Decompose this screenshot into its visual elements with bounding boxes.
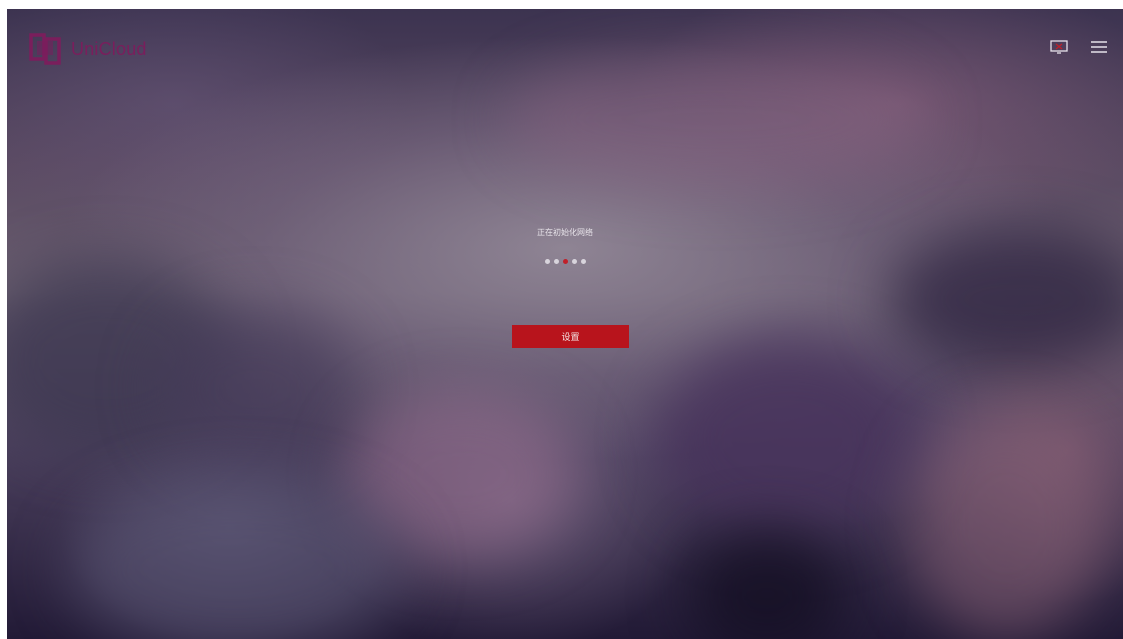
unicloud-logo: UniCloud: [29, 33, 147, 65]
background-blob: [157, 309, 357, 469]
background-blob: [507, 49, 927, 189]
background-blob: [657, 339, 917, 539]
background-blob: [907, 409, 1107, 639]
settings-button[interactable]: 设置: [512, 325, 629, 348]
background-blob: [687, 529, 847, 639]
display-button[interactable]: [1049, 39, 1069, 55]
top-right-toolbar: [1049, 39, 1109, 55]
logo-text: UniCloud: [71, 38, 147, 59]
unicloud-logo-icon: [29, 33, 61, 65]
progress-dot: [544, 259, 550, 264]
progress-dot-active: [562, 259, 568, 264]
progress-dot: [580, 259, 586, 264]
monitor-icon: [1050, 40, 1068, 54]
blurred-background-screen: UniCloud 正在初始化网络 设置: [7, 9, 1123, 639]
progress-dot: [571, 259, 577, 264]
background-blob: [887, 229, 1123, 369]
loading-progress-dots: [7, 259, 1123, 264]
progress-dot: [553, 259, 559, 264]
menu-button[interactable]: [1089, 39, 1109, 55]
network-init-status-text: 正在初始化网络: [537, 228, 593, 237]
hamburger-menu-icon: [1091, 41, 1107, 53]
